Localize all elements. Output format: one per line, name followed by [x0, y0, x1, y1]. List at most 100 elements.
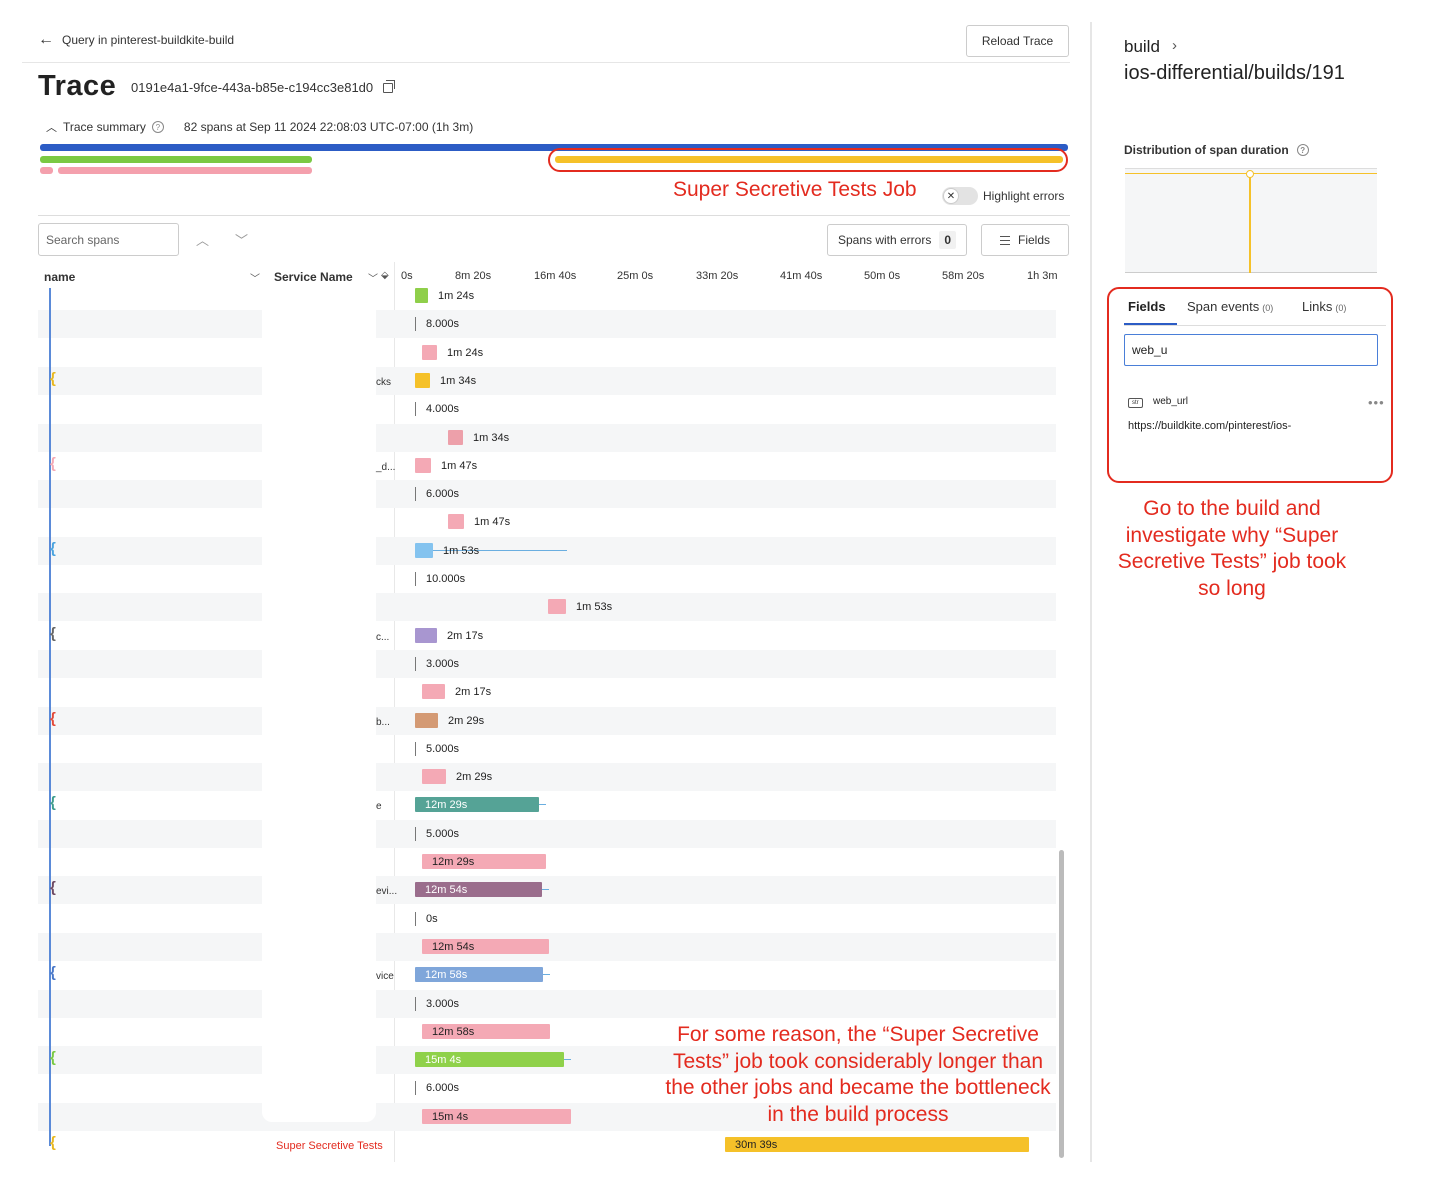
chevron-up-icon[interactable]: ︿ [46, 119, 57, 135]
span-tick[interactable] [415, 1081, 416, 1096]
span-tick[interactable] [415, 996, 416, 1011]
tab-span-events[interactable]: Span events (0) [1187, 299, 1273, 314]
span-row[interactable] [38, 565, 1056, 593]
span-duration: 1m 34s [440, 374, 477, 387]
span-row[interactable] [38, 649, 1056, 678]
header-divider [22, 62, 1070, 63]
expand-bracket-icon[interactable]: { [50, 540, 56, 557]
span-row[interactable] [38, 395, 1056, 423]
span-bar[interactable] [415, 627, 437, 643]
span-row[interactable] [38, 678, 1056, 706]
expand-bracket-icon[interactable]: { [50, 879, 56, 896]
annotation-job-label: Super Secretive Tests Job [673, 178, 917, 201]
span-duration: 2m 29s [456, 771, 493, 784]
breadcrumb-root[interactable]: build [1124, 37, 1160, 57]
span-bar[interactable] [422, 344, 437, 360]
chevron-up-icon[interactable]: ︿ [196, 230, 209, 249]
span-row[interactable] [38, 366, 1056, 395]
span-row[interactable] [38, 706, 1056, 735]
span-bar[interactable] [422, 684, 445, 700]
divider [38, 215, 1070, 216]
span-bar[interactable] [548, 599, 566, 615]
expand-bracket-icon[interactable]: { [50, 370, 56, 387]
span-tick[interactable] [415, 911, 416, 926]
distribution-title-text: Distribution of span duration [1124, 143, 1289, 157]
span-row[interactable] [38, 876, 1056, 905]
span-row[interactable] [38, 508, 1056, 536]
back-link[interactable]: ← Query in pinterest-buildkite-build [38, 32, 234, 48]
fields-button[interactable]: Fields [981, 224, 1069, 256]
expand-bracket-icon[interactable]: { [50, 625, 56, 642]
service-name: _d... [376, 461, 396, 473]
span-row[interactable] [38, 763, 1056, 792]
reload-trace-button[interactable]: Reload Trace [966, 25, 1069, 57]
axis-tick-label: 1h 3m [1027, 270, 1058, 282]
span-row[interactable] [38, 622, 1056, 650]
scrollbar[interactable] [1059, 850, 1064, 1158]
tab-links[interactable]: Links (0) [1302, 299, 1346, 314]
span-tick[interactable] [415, 656, 416, 671]
span-row[interactable] [38, 905, 1056, 933]
copy-icon[interactable] [383, 79, 396, 93]
expand-bracket-icon[interactable]: { [50, 964, 56, 981]
span-bar[interactable] [415, 288, 428, 303]
span-bar[interactable] [415, 712, 438, 728]
span-row[interactable] [38, 536, 1056, 565]
span-row[interactable] [38, 848, 1056, 876]
span-duration: 2m 17s [447, 629, 484, 642]
span-bar[interactable] [448, 514, 464, 530]
span-row[interactable] [38, 452, 1056, 480]
span-duration: 1m 24s [438, 290, 475, 302]
span-row[interactable] [38, 423, 1056, 452]
span-row[interactable] [38, 310, 1056, 339]
axis-tick-label: 16m 40s [534, 270, 577, 282]
tab-fields[interactable]: Fields [1128, 299, 1166, 314]
span-bar[interactable] [422, 769, 446, 785]
span-tick[interactable] [415, 826, 416, 841]
help-icon[interactable]: ? [151, 121, 164, 133]
span-row[interactable] [38, 339, 1056, 367]
expand-bracket-icon[interactable]: { [50, 1134, 56, 1151]
search-spans-input[interactable] [38, 223, 179, 256]
overview-bar-green [40, 156, 312, 163]
expand-bracket-icon[interactable]: { [50, 455, 56, 472]
highlight-errors-toggle[interactable]: ✕ [942, 187, 978, 205]
span-bar[interactable] [415, 372, 430, 388]
span-bar[interactable] [415, 542, 433, 558]
spans-with-errors-button[interactable]: Spans with errors 0 [827, 224, 967, 256]
chevron-down-icon[interactable]: ﹀ [235, 230, 248, 249]
span-row[interactable] [38, 791, 1056, 819]
more-icon[interactable]: ••• [1368, 395, 1385, 410]
span-tick[interactable] [415, 572, 416, 586]
span-duration: 1m 47s [441, 459, 478, 472]
span-row[interactable] [38, 989, 1056, 1018]
span-tick[interactable] [415, 487, 416, 502]
span-tick[interactable] [415, 317, 416, 332]
span-row[interactable] [38, 961, 1056, 989]
errors-count-badge: 0 [939, 231, 957, 249]
expand-bracket-icon[interactable]: { [50, 710, 56, 727]
panel-divider [1090, 22, 1092, 1162]
span-row[interactable] [38, 819, 1056, 848]
sort-icon[interactable]: ⬙ [381, 270, 389, 281]
span-bar[interactable] [415, 457, 431, 473]
field-search-input[interactable] [1124, 334, 1378, 366]
expand-bracket-icon[interactable]: { [50, 794, 56, 811]
span-tick[interactable] [415, 741, 416, 756]
back-link-label: Query in pinterest-buildkite-build [62, 33, 235, 47]
service-name: c... [376, 631, 390, 643]
span-row[interactable] [38, 282, 1056, 310]
span-bar[interactable] [448, 429, 463, 445]
span-duration: 1m 47s [474, 516, 511, 529]
span-row[interactable] [38, 593, 1056, 622]
span-duration: 6.000s [426, 488, 460, 501]
span-row[interactable] [38, 480, 1056, 509]
trace-summary-label[interactable]: Trace summary [63, 120, 146, 134]
help-icon[interactable]: ? [1296, 144, 1309, 156]
field-value[interactable]: https://buildkite.com/pinterest/ios- [1128, 420, 1291, 432]
expand-bracket-icon[interactable]: { [50, 1049, 56, 1066]
span-duration: 3.000s [426, 997, 460, 1010]
trace-id: 0191e4a1-9fce-443a-b85e-c194cc3e81d0 [131, 79, 396, 95]
span-row[interactable] [38, 735, 1056, 763]
span-tick[interactable] [415, 402, 416, 417]
